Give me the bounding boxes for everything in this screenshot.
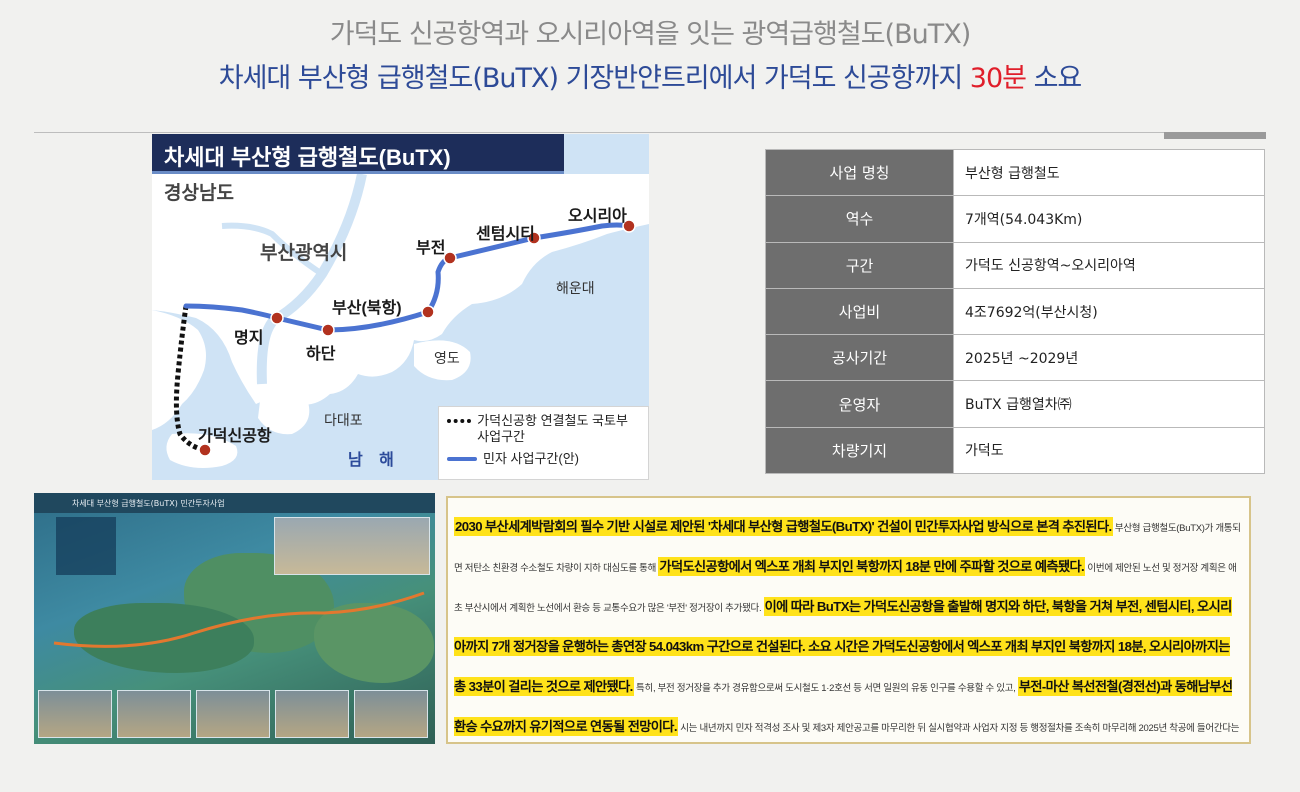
title-line2-post: 소요 [1025,63,1083,94]
project-info-table: 사업 명칭 부산형 급행철도 역수 7개역(54.043Km) 구간 가덕도 신공항역~오… [765,148,1265,475]
station-label: 하단 [306,346,336,363]
info-key: 차량기지 [765,426,954,475]
title-highlight: 30분 [969,63,1027,94]
article-paragraph: 2030 부산세계박람회의 필수 기반 시설로 제안된 '차세대 부산형 급행철… [454,508,1243,742]
sea-label: 남 해 [348,452,400,469]
station-label: 부전 [416,240,446,257]
rendering-thumbnail [38,690,112,738]
info-value: 4조7692억(부산시청) [953,287,1265,336]
page-title-line2: 차세대 부산형 급행철도(BuTX) 기장반얀트리에서 가덕도 신공항까지 30… [0,56,1300,95]
info-value: 부산형 급행철도 [953,148,1265,197]
info-key: 구간 [765,241,954,289]
article-box: 2030 부산세계박람회의 필수 기반 시설로 제안된 '차세대 부산형 급행철… [446,496,1251,744]
divider-accent [1164,132,1266,139]
info-value: 가덕도 신공항역~오시리아역 [953,241,1265,289]
station-marker-buksan [421,305,435,319]
legend-item: 가덕신공항 연결철도 국토부 사업구간 [447,413,640,445]
title-line2-pre: 차세대 부산형 급행철도(BuTX) 기장반얀트리에서 가덕도 신공항까지 [218,63,970,94]
area-label: 영도 [434,350,460,366]
station-marker-myeongji [270,311,284,325]
info-key: 사업비 [765,287,954,336]
info-row: 차량기지 가덕도 [765,426,1265,475]
info-value: 가덕도 [953,426,1265,475]
info-value: 2025년 ~2029년 [953,334,1265,382]
info-row: 공사기간 2025년 ~2029년 [765,334,1265,382]
station-label: 가덕신공항 [198,428,272,445]
legend-item: 민자 사업구간(안) [447,451,640,467]
divider [34,132,1266,133]
page-title-line1: 가덕도 신공항역과 오시리아역을 잇는 광역급행철도(BuTX) [329,19,972,50]
rendering-thumbnail [196,690,270,738]
info-row: 구간 가덕도 신공항역~오시리아역 [765,241,1265,289]
region-label: 경상남도 [164,183,234,204]
highlighted-sentence: 2030 부산세계박람회의 필수 기반 시설로 제안된 '차세대 부산형 급행철… [454,517,1113,536]
info-row: 운영자 BuTX 급행열차㈜ [765,380,1265,428]
route-map: 차세대 부산형 급행철도(BuTX) 경상남도 부산광역시 가덕신공항 명지 하… [152,134,649,480]
area-label: 해운대 [556,280,595,296]
station-label: 센텀시티 [476,226,535,243]
info-row: 사업 명칭 부산형 급행철도 [765,148,1265,197]
rendering-thumbnail [354,690,428,738]
highlighted-sentence: 가덕도신공항에서 엑스포 개최 부지인 북항까지 18분 만에 주파할 것으로 … [658,557,1086,576]
area-label: 다대포 [324,412,363,428]
legend-label: 가덕신공항 연결철도 국토부 사업구간 [477,413,628,444]
info-key: 역수 [765,195,954,243]
station-marker-hadan [321,323,335,337]
info-key: 운영자 [765,380,954,428]
region-label: 부산광역시 [260,243,348,264]
project-rendering-image: 차세대 부산형 급행철도(BuTX) 민간투자사업 [34,493,435,744]
rendering-thumbnail [275,690,349,738]
info-value: 7개역(54.043Km) [953,195,1265,243]
station-marker-bujeon [443,251,457,265]
body-text: 특히, 부전 정거장을 추가 경유함으로써 도시철도 1·2호선 등 서면 일원… [633,683,1018,694]
station-label: 오시리아 [568,208,627,225]
map-title: 차세대 부산형 급행철도(BuTX) [152,134,564,174]
info-key: 공사기간 [765,334,954,382]
info-value: BuTX 급행열차㈜ [953,380,1265,428]
dotted-line-swatch [447,419,472,423]
map-legend: 가덕신공항 연결철도 국토부 사업구간 민자 사업구간(안) [438,406,649,480]
rendering-thumbnail [117,690,191,738]
info-key: 사업 명칭 [765,148,954,197]
legend-label: 민자 사업구간(안) [483,451,579,466]
station-label: 부산(북항) [332,300,402,317]
station-label: 명지 [234,330,264,347]
info-row: 사업비 4조7692억(부산시청) [765,287,1265,336]
solid-line-swatch [447,457,477,461]
info-row: 역수 7개역(54.043Km) [765,195,1265,243]
